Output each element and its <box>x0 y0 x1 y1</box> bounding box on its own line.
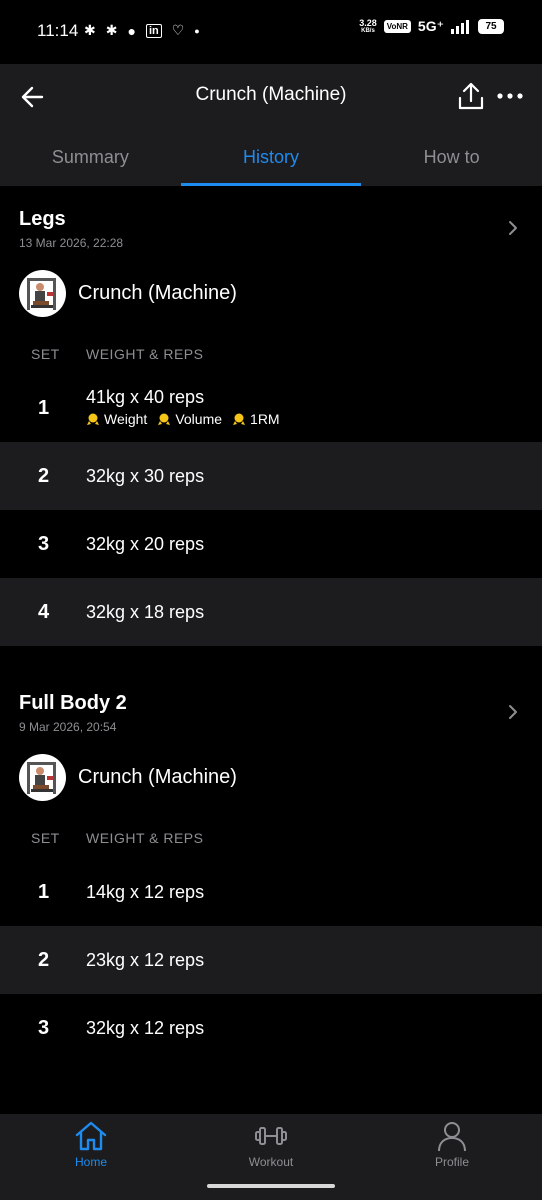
home-icon <box>75 1121 107 1151</box>
set-weight-reps: 32kg x 12 reps <box>86 1018 205 1038</box>
nav-label: Profile <box>434 1155 469 1169</box>
speed-unit: KB/s <box>361 27 375 34</box>
badge-label: 1RM <box>250 411 280 427</box>
medal-icon <box>233 413 246 425</box>
home-indicator[interactable] <box>207 1184 335 1188</box>
screen: 11:14 ✱ ✱ ● in ♡ ● 3.28 KB/s VoNR 5G⁺ 75 <box>0 0 542 1200</box>
signal-icon <box>451 19 469 34</box>
set-weight-reps: 32kg x 30 reps <box>86 466 205 486</box>
speed-value: 3.28 <box>359 17 377 28</box>
set-weight-reps: 32kg x 20 reps <box>86 534 205 554</box>
linkedin-icon: in <box>145 23 162 38</box>
set-row: 3 32kg x 20 reps <box>0 510 542 578</box>
set-row: 1 41kg x 40 reps Weight Volume 1RM <box>0 374 542 442</box>
sets-header: SET WEIGHT & REPS <box>0 808 542 858</box>
machine-illustration-icon <box>27 762 56 794</box>
status-right: 3.28 KB/s VoNR 5G⁺ 75 <box>359 18 504 35</box>
nav-profile[interactable]: Profile <box>392 1120 512 1169</box>
set-row: 1 14kg x 12 reps <box>0 858 542 926</box>
workout-name: Legs <box>19 208 66 230</box>
slack-icon: ✱ <box>84 22 96 38</box>
weight-reps-column-header: WEIGHT & REPS <box>86 346 204 362</box>
medal-icon <box>158 413 171 425</box>
person-icon <box>438 1122 466 1152</box>
network-type: 5G⁺ <box>417 18 444 34</box>
chevron-right-icon <box>509 705 517 719</box>
machine-illustration-icon <box>27 278 56 310</box>
heart-icon: ♡ <box>171 22 185 38</box>
nav-home[interactable]: Home <box>31 1120 151 1169</box>
status-bar: 11:14 ✱ ✱ ● in ♡ ● 3.28 KB/s VoNR 5G⁺ 75 <box>0 0 542 64</box>
set-row: 2 32kg x 30 reps <box>0 442 542 510</box>
workout-card: Legs 13 Mar 2026, 22:28 Crunch (Machine)… <box>0 186 542 646</box>
exercise-name: Crunch (Machine) <box>78 766 237 788</box>
sets-header: SET WEIGHT & REPS <box>0 324 542 374</box>
nav-label: Home <box>74 1155 107 1169</box>
battery-icon: 75 <box>478 19 504 34</box>
set-number: 2 <box>38 465 50 487</box>
set-column-header: SET <box>31 346 60 362</box>
set-weight-reps: 14kg x 12 reps <box>86 882 205 902</box>
set-weight-reps: 23kg x 12 reps <box>86 950 205 970</box>
workout-card: Full Body 2 9 Mar 2026, 20:54 Crunch (Ma… <box>0 670 542 1062</box>
exercise-row[interactable]: Crunch (Machine) <box>0 256 542 324</box>
badge-label: Weight <box>104 411 148 427</box>
workout-header[interactable]: Full Body 2 9 Mar 2026, 20:54 <box>0 670 542 740</box>
exercise-name: Crunch (Machine) <box>78 282 237 304</box>
app-header: Crunch (Machine) Summary History How to <box>0 64 542 186</box>
set-number: 3 <box>38 533 50 555</box>
exercise-thumbnail <box>19 754 66 801</box>
chat-bubble-icon: ● <box>127 22 136 39</box>
set-row: 2 23kg x 12 reps <box>0 926 542 994</box>
workout-spacer <box>0 646 542 670</box>
exercise-row[interactable]: Crunch (Machine) <box>0 740 542 808</box>
workout-date: 13 Mar 2026, 22:28 <box>19 236 124 250</box>
workout-name: Full Body 2 <box>19 692 127 714</box>
set-number: 1 <box>38 397 50 419</box>
chevron-right-icon <box>509 221 517 235</box>
set-row: 3 32kg x 12 reps <box>0 994 542 1062</box>
history-list[interactable]: Legs 13 Mar 2026, 22:28 Crunch (Machine)… <box>0 186 542 1114</box>
slack-icon: ✱ <box>105 22 118 38</box>
set-row: 4 32kg x 18 reps <box>0 578 542 646</box>
tab-history[interactable]: History <box>180 136 362 186</box>
medal-icon <box>87 413 99 425</box>
nav-label: Workout <box>248 1155 294 1169</box>
set-number: 1 <box>38 881 50 903</box>
share-icon[interactable] <box>457 81 485 111</box>
workout-date: 9 Mar 2026, 20:54 <box>19 720 117 734</box>
set-number: 2 <box>38 949 50 971</box>
tab-summary[interactable]: Summary <box>0 136 181 186</box>
nav-workout[interactable]: Workout <box>211 1120 331 1169</box>
tab-how-to[interactable]: How to <box>361 136 542 186</box>
more-options-icon[interactable] <box>497 86 523 106</box>
status-time: 11:14 <box>37 21 79 40</box>
record-badge: Volume <box>157 411 222 427</box>
network-speed: 3.28 KB/s <box>359 17 377 35</box>
badge-label: Volume <box>175 411 223 427</box>
workout-header[interactable]: Legs 13 Mar 2026, 22:28 <box>0 186 542 256</box>
exercise-thumbnail <box>19 270 66 317</box>
set-weight-reps: 32kg x 18 reps <box>86 602 205 622</box>
bottom-nav: Home Workout Profile <box>0 1114 542 1200</box>
record-badge: Weight <box>86 411 147 427</box>
set-weight-reps: 41kg x 40 reps <box>86 387 205 407</box>
dot-icon: ● <box>194 25 200 36</box>
vonr-badge: VoNR <box>383 20 411 33</box>
dumbbell-icon <box>255 1127 287 1145</box>
record-badges: Weight Volume 1RM <box>86 411 280 427</box>
record-badge: 1RM <box>232 411 280 427</box>
set-column-header: SET <box>31 830 60 846</box>
weight-reps-column-header: WEIGHT & REPS <box>86 830 204 846</box>
set-number: 4 <box>38 601 50 623</box>
tab-bar: Summary History How to <box>0 136 542 186</box>
notification-icons: ✱ ✱ ● in ♡ ● <box>84 22 210 39</box>
set-number: 3 <box>38 1017 50 1039</box>
